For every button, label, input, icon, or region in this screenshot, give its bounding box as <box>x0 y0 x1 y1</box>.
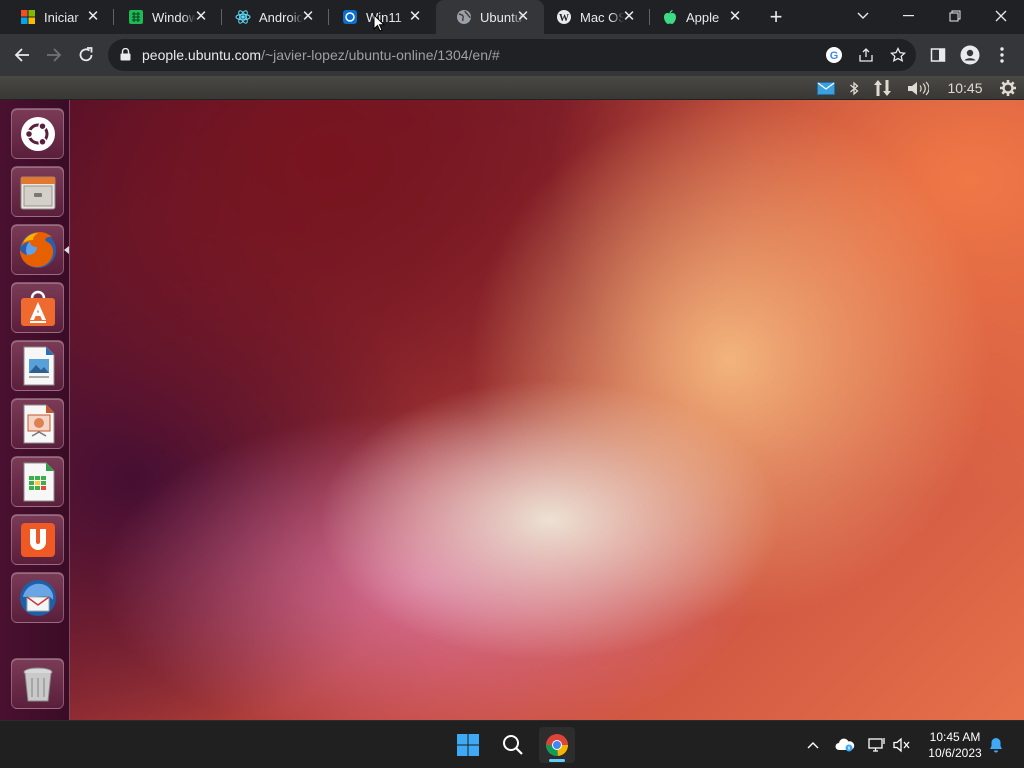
close-tab-icon[interactable]: ✕ <box>84 8 102 26</box>
windows-taskbar: 10:45 AM 10/6/2023 <box>0 720 1024 768</box>
browser-toolbar: people.ubuntu.com/~javier-lopez/ubuntu-o… <box>0 34 1024 76</box>
running-app-pip <box>64 246 69 254</box>
apple-green-icon <box>662 9 678 25</box>
network-arrows-icon[interactable] <box>873 80 893 96</box>
thunderbird-icon[interactable] <box>11 572 64 623</box>
tab-title: Mac OS <box>580 10 624 25</box>
tab-windows[interactable]: Windows ✕ <box>108 0 222 34</box>
bluetooth-icon[interactable] <box>846 80 862 96</box>
software-center-icon[interactable] <box>11 282 64 333</box>
mail-indicator-icon[interactable] <box>816 80 836 96</box>
trash-icon[interactable] <box>11 658 64 709</box>
close-tab-icon[interactable]: ✕ <box>406 8 424 26</box>
profile-avatar-icon[interactable] <box>958 43 982 67</box>
react-atom-icon <box>235 9 251 25</box>
globe-icon <box>456 9 472 25</box>
mouse-cursor-icon <box>373 13 386 37</box>
back-button[interactable] <box>10 43 34 67</box>
taskbar-clock[interactable]: 10:45 AM 10/6/2023 <box>920 729 990 761</box>
wallpaper <box>70 100 1024 720</box>
libreoffice-writer-icon[interactable] <box>11 340 64 391</box>
active-indicator <box>549 759 565 762</box>
notification-bell-icon[interactable] <box>986 735 1006 755</box>
url-host: people.ubuntu.com <box>142 47 262 63</box>
clock-time: 10:45 AM <box>929 730 981 744</box>
clock-date: 10/6/2023 <box>928 746 982 760</box>
share-icon[interactable] <box>854 43 878 67</box>
menu-kebab-icon[interactable] <box>990 43 1014 67</box>
restore-button[interactable] <box>932 0 978 32</box>
tab-strip: Iniciar ✕ Windows ✕ Android ✕ Win11 ✕ Ub… <box>0 0 1024 34</box>
bookmark-star-icon[interactable] <box>886 43 910 67</box>
tab-title: Windows <box>152 10 196 25</box>
tab-mac-os[interactable]: W Mac OS ✕ <box>536 0 650 34</box>
ubuntu-desktop: 10:45 <box>0 76 1024 720</box>
tab-search-chevron-icon[interactable] <box>840 0 886 32</box>
files-icon[interactable] <box>11 166 64 217</box>
show-hidden-icons-chevron-icon[interactable] <box>803 735 823 755</box>
close-tab-icon[interactable]: ✕ <box>192 8 210 26</box>
close-tab-icon[interactable]: ✕ <box>620 8 638 26</box>
side-panel-icon[interactable] <box>926 43 950 67</box>
svg-text:W: W <box>559 13 569 24</box>
firefox-icon[interactable] <box>11 224 64 275</box>
tab-title: Android <box>259 10 303 25</box>
tab-title: Iniciar <box>44 10 79 25</box>
libreoffice-impress-icon[interactable] <box>11 398 64 449</box>
new-tab-button[interactable]: + <box>765 6 787 28</box>
panel-clock[interactable]: 10:45 <box>942 80 988 96</box>
windows-logo-icon <box>20 9 36 25</box>
onedrive-cloud-icon[interactable] <box>835 735 855 755</box>
reload-button[interactable] <box>74 43 98 67</box>
search-icon[interactable] <box>495 727 531 763</box>
top-panel: 10:45 <box>0 76 1024 100</box>
tab-iniciar[interactable]: Iniciar ✕ <box>0 0 114 34</box>
forward-button[interactable] <box>42 43 66 67</box>
svg-text:G: G <box>830 50 839 62</box>
url-path: /~javier-lopez/ubuntu-online/1304/en/# <box>261 47 500 63</box>
wordpress-icon: W <box>556 9 572 25</box>
volume-icon[interactable] <box>906 80 930 96</box>
google-lens-icon[interactable]: G <box>822 43 846 67</box>
tab-title: Apple <box>686 10 720 25</box>
address-bar[interactable]: people.ubuntu.com/~javier-lopez/ubuntu-o… <box>108 39 916 71</box>
close-window-button[interactable] <box>978 0 1024 32</box>
tab-ubuntu[interactable]: Ubuntu ✕ <box>436 0 544 34</box>
volume-muted-icon[interactable] <box>892 735 912 755</box>
start-button[interactable] <box>450 727 486 763</box>
minimize-button[interactable] <box>886 0 932 32</box>
url-text[interactable]: people.ubuntu.com/~javier-lopez/ubuntu-o… <box>142 47 500 63</box>
win11-blue-icon <box>342 9 358 25</box>
close-tab-icon[interactable]: ✕ <box>726 8 744 26</box>
unity-launcher <box>0 100 70 720</box>
ubuntu-dash-icon[interactable] <box>11 108 64 159</box>
chrome-taskbar-icon[interactable] <box>539 727 575 763</box>
close-tab-icon[interactable]: ✕ <box>514 8 532 26</box>
ubuntu-one-icon[interactable] <box>11 514 64 565</box>
libreoffice-calc-icon[interactable] <box>11 456 64 507</box>
network-monitor-icon[interactable] <box>867 735 887 755</box>
green-grid-icon <box>128 9 144 25</box>
session-gear-icon[interactable] <box>998 80 1018 96</box>
tab-android[interactable]: Android ✕ <box>215 0 329 34</box>
tab-apple[interactable]: Apple ✕ <box>642 0 756 34</box>
close-tab-icon[interactable]: ✕ <box>299 8 317 26</box>
lock-icon[interactable] <box>120 47 131 66</box>
